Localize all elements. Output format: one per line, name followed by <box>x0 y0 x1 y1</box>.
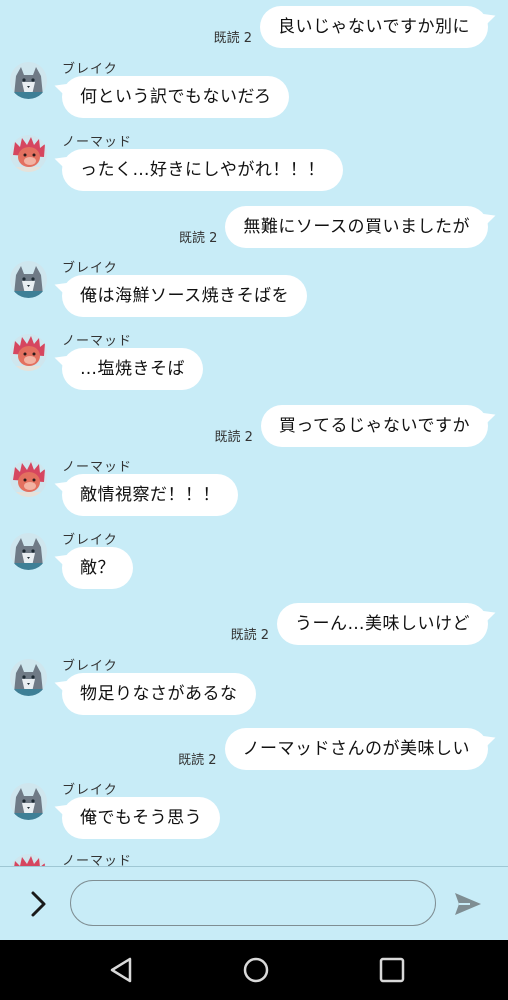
message-outgoing: 既読 2 うーん…美味しいけど <box>231 603 488 645</box>
triangle-back-icon[interactable] <box>108 956 136 984</box>
nomad-avatar[interactable] <box>10 135 47 172</box>
nomad-avatar[interactable] <box>10 854 47 866</box>
chat-area[interactable]: 既読 2 良いじゃないですか別に ブレイク 何という訳でもないだろ ノーマッド … <box>0 0 508 866</box>
message-outgoing: 既読 2 ノーマッドさんのが美味しい <box>178 728 488 770</box>
nomad-avatar[interactable] <box>10 460 47 497</box>
message-outgoing: 既読 2 無難にソースの買いましたが <box>179 206 488 248</box>
send-icon[interactable] <box>454 891 482 917</box>
chevron-right-icon[interactable] <box>24 889 54 919</box>
read-receipt: 既読 2 <box>230 628 269 643</box>
sender-name: ブレイク <box>62 533 118 548</box>
message-bubble[interactable]: うーん…美味しいけど <box>277 603 488 645</box>
blake-avatar[interactable] <box>10 533 47 570</box>
sender-name: ノーマッド <box>62 854 133 866</box>
blake-avatar[interactable] <box>10 62 47 99</box>
message-bubble[interactable]: …塩焼きそば <box>62 348 203 390</box>
message-outgoing: 既読 2 買ってるじゃないですか <box>214 405 488 447</box>
read-receipt: 既読 2 <box>178 753 217 768</box>
message-bubble[interactable]: 俺は海鮮ソース焼きそばを <box>62 275 308 317</box>
message-bubble[interactable]: 無難にソースの買いましたが <box>225 206 488 248</box>
sender-name: ノーマッド <box>62 460 133 475</box>
message-bubble[interactable]: ったく…好きにしやがれ！！！ <box>62 149 343 191</box>
circle-home-icon[interactable] <box>242 956 270 984</box>
sender-name: ブレイク <box>62 783 118 798</box>
message-bubble[interactable]: 敵情視察だ！！！ <box>62 474 238 516</box>
blake-avatar[interactable] <box>10 783 47 820</box>
message-bubble[interactable]: 物足りなさがあるな <box>62 673 256 715</box>
sender-name: ブレイク <box>62 659 118 674</box>
sender-name: ブレイク <box>62 261 118 276</box>
read-receipt: 既読 2 <box>213 31 252 46</box>
square-recent-icon[interactable] <box>378 956 406 984</box>
input-bar <box>0 866 508 941</box>
message-bubble[interactable]: 俺でもそう思う <box>62 797 221 839</box>
message-bubble[interactable]: 敵？ <box>62 547 133 589</box>
message-bubble[interactable]: 買ってるじゃないですか <box>260 405 488 447</box>
blake-avatar[interactable] <box>10 261 47 298</box>
sender-name: ブレイク <box>62 62 118 77</box>
message-outgoing: 既読 2 良いじゃないですか別に <box>214 6 488 48</box>
message-bubble[interactable]: ノーマッドさんのが美味しい <box>224 728 488 770</box>
message-bubble[interactable]: 良いじゃないですか別に <box>260 6 488 48</box>
read-receipt: 既読 2 <box>214 430 253 445</box>
sender-name: ノーマッド <box>62 334 133 349</box>
message-bubble[interactable]: 何という訳でもないだろ <box>62 76 290 118</box>
message-input[interactable] <box>70 880 436 926</box>
nomad-avatar[interactable] <box>10 334 47 371</box>
read-receipt: 既読 2 <box>178 231 218 246</box>
android-nav-bar <box>0 940 508 1000</box>
sender-name: ノーマッド <box>62 135 133 150</box>
blake-avatar[interactable] <box>10 659 47 696</box>
